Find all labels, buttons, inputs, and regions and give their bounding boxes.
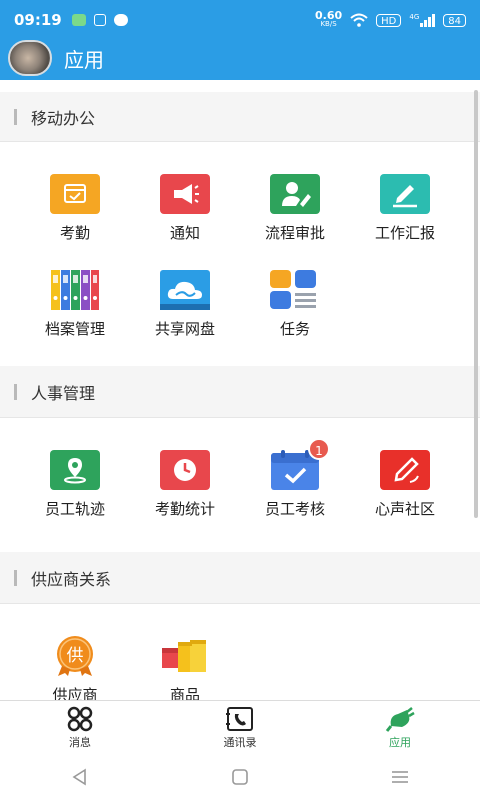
- apps-icon: [385, 706, 415, 732]
- app-bar: 应用: [0, 36, 480, 80]
- megaphone-icon: [160, 174, 210, 214]
- section-header-hr: 人事管理: [0, 366, 480, 418]
- bottom-tab-bar: 消息 通讯录 应用: [0, 700, 480, 754]
- location-pin-icon: [50, 450, 100, 490]
- section-grid-office: 考勤 通知 流程审批 工作汇报 档案管理 共享网盘 任务: [0, 142, 480, 366]
- wechat-icon: [71, 14, 86, 26]
- hd-icon: HD: [376, 13, 402, 27]
- report-pen-icon: [380, 174, 430, 214]
- app-task[interactable]: 任务: [240, 270, 350, 362]
- net-speed: 0.60 KB/S: [315, 9, 343, 28]
- avatar[interactable]: [8, 40, 52, 76]
- app-goods[interactable]: 商品: [130, 636, 240, 700]
- app-attendance-stats[interactable]: 考勤统计: [130, 450, 240, 542]
- supplier-glyph: 供: [67, 646, 84, 666]
- menu-icon[interactable]: [389, 768, 411, 786]
- status-time: 09:19: [14, 11, 62, 29]
- calendar-check-icon: 1: [270, 438, 330, 490]
- translate-icon: [93, 14, 106, 26]
- status-bar: 09:19 0.60 KB/S HD 4G 84: [0, 0, 480, 40]
- battery-icon: 84: [443, 13, 466, 27]
- signal-icon: 4G: [409, 13, 436, 27]
- pencil-icon: [380, 450, 430, 490]
- goods-boxes-icon: [160, 636, 210, 676]
- contacts-icon: [226, 706, 253, 731]
- scrollbar[interactable]: [474, 90, 478, 518]
- chat-bubble-icon: [113, 14, 128, 26]
- notification-badge: 1: [308, 438, 330, 460]
- system-nav-bar: [0, 754, 480, 800]
- app-employee-review[interactable]: 1 员工考核: [240, 438, 350, 542]
- app-archive[interactable]: 档案管理: [20, 270, 130, 362]
- section-header-supplier: 供应商关系: [0, 552, 480, 604]
- attendance-icon: [50, 174, 100, 214]
- app-notice[interactable]: 通知: [130, 174, 240, 266]
- back-icon[interactable]: [69, 768, 91, 786]
- app-approval[interactable]: 流程审批: [240, 174, 350, 266]
- app-employee-track[interactable]: 员工轨迹: [20, 450, 130, 542]
- supplier-medal-icon: 供: [50, 636, 100, 676]
- tab-messages[interactable]: 消息: [0, 701, 160, 754]
- cloud-icon: [160, 270, 210, 310]
- page-title: 应用: [64, 47, 104, 72]
- app-cloud-drive[interactable]: 共享网盘: [130, 270, 240, 362]
- app-supplier[interactable]: 供 供应商: [20, 636, 130, 700]
- clock-icon: [160, 450, 210, 490]
- binders-icon: [50, 270, 100, 310]
- task-grid-icon: [270, 270, 320, 310]
- section-grid-supplier: 供 供应商 商品: [0, 604, 480, 700]
- wifi-icon: [350, 13, 368, 27]
- tab-contacts[interactable]: 通讯录: [160, 701, 320, 754]
- app-community[interactable]: 心声社区: [350, 450, 460, 542]
- home-icon[interactable]: [229, 768, 251, 786]
- approval-icon: [270, 174, 320, 214]
- message-icon: [67, 706, 93, 731]
- tab-apps[interactable]: 应用: [320, 701, 480, 754]
- app-list[interactable]: 移动办公 考勤 通知 流程审批 工作汇报 档案管理 共享网盘 任务 人事管理 员…: [0, 80, 480, 700]
- section-header-office: 移动办公: [0, 92, 480, 142]
- app-work-report[interactable]: 工作汇报: [350, 174, 460, 266]
- section-grid-hr: 员工轨迹 考勤统计 1 员工考核 心声社区: [0, 418, 480, 552]
- app-attendance[interactable]: 考勤: [20, 174, 130, 266]
